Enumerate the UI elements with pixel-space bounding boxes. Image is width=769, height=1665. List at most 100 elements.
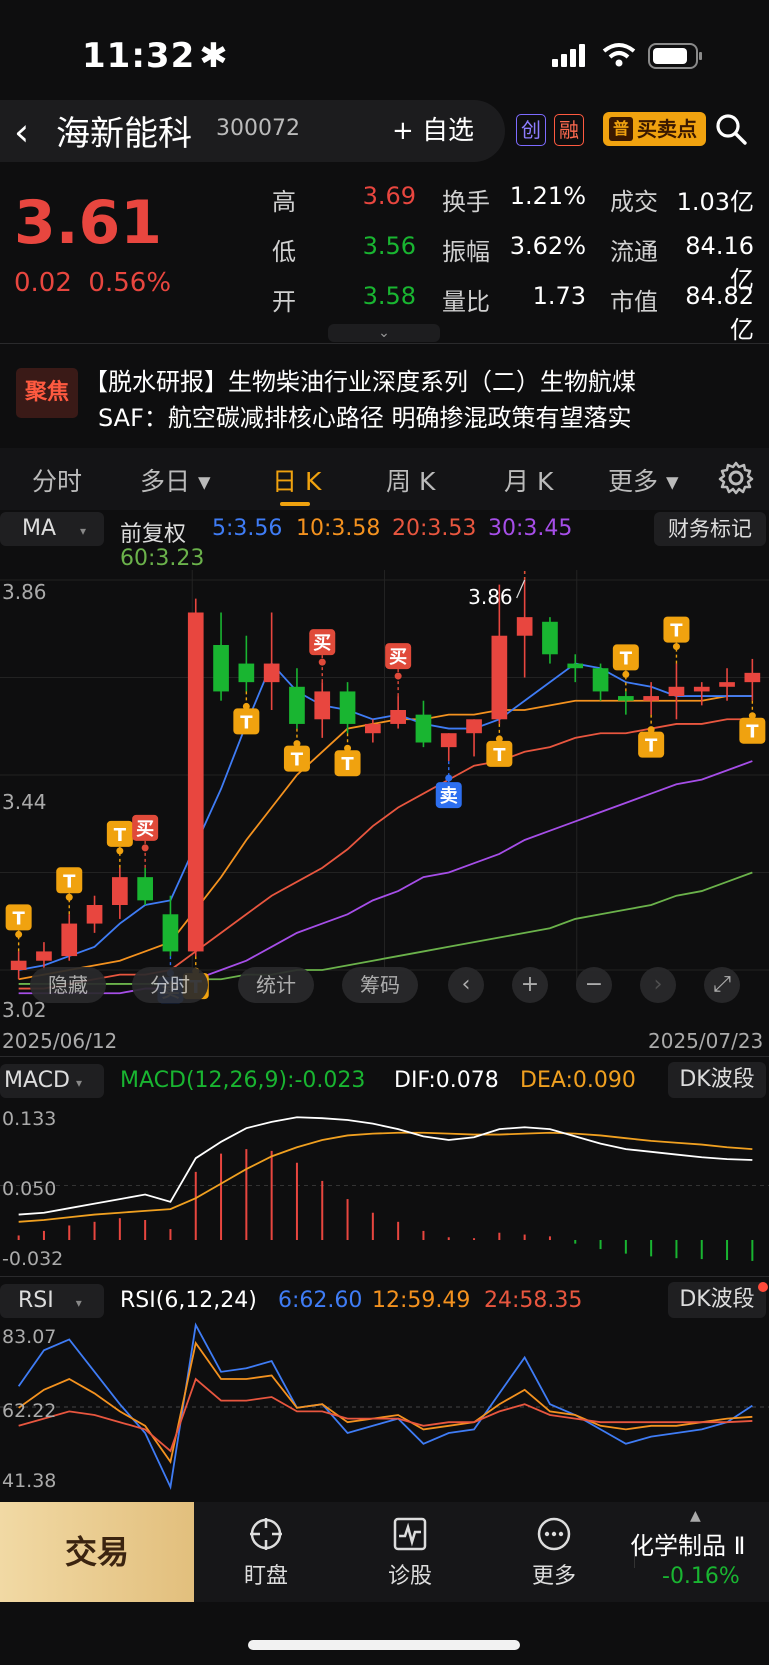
dk-band-button[interactable]: DK波段 bbox=[668, 1062, 766, 1098]
focus-badge: 聚焦 bbox=[16, 368, 78, 418]
quote-label: 低 bbox=[272, 238, 296, 266]
nav-watch-label: 盯盘 bbox=[243, 1564, 288, 1589]
rsi-chart[interactable] bbox=[0, 1320, 769, 1500]
nav-watch[interactable]: 盯盘 bbox=[226, 1516, 306, 1590]
gear-icon[interactable] bbox=[718, 460, 754, 496]
status-time: 11:32 ✱ bbox=[82, 36, 229, 76]
rsi-12-line bbox=[18, 1340, 753, 1464]
signal-dot bbox=[116, 847, 124, 855]
rsi12-value: 12:59.49 bbox=[372, 1288, 471, 1313]
signal-dot bbox=[394, 672, 402, 680]
expand-quote-button[interactable]: ⌄ bbox=[328, 324, 440, 342]
rsi-6-line bbox=[17, 1322, 753, 1491]
zoom-in-icon[interactable]: + bbox=[512, 967, 548, 1003]
quote-value: 3.56 bbox=[362, 232, 416, 260]
macd-value: MACD(12,26,9):-0.023 bbox=[120, 1068, 366, 1093]
candle-body bbox=[491, 635, 508, 720]
candle-body bbox=[542, 621, 558, 655]
notification-dot bbox=[758, 1282, 768, 1292]
crosshair-icon bbox=[250, 1518, 282, 1550]
signal-label: T bbox=[620, 648, 633, 669]
adjust-mode[interactable]: 前复权 bbox=[120, 516, 186, 548]
signal-label: T bbox=[645, 736, 658, 757]
tab-intraday[interactable]: 分时 bbox=[32, 462, 82, 498]
signal-dot bbox=[445, 774, 453, 782]
bottom-nav: 交易 盯盘 诊股 更多 ▲ 化学制品 Ⅱ -0.16% bbox=[0, 1502, 769, 1602]
macd-axis-mid: 0.050 bbox=[2, 1178, 57, 1200]
ma30-value: 30:3.45 bbox=[488, 516, 573, 541]
search-icon[interactable] bbox=[714, 112, 748, 146]
sector-up-arrow-icon: ▲ bbox=[690, 1508, 701, 1524]
signal-label: 买 bbox=[389, 647, 407, 668]
tab-daily-k[interactable]: 日 K bbox=[272, 462, 321, 498]
quote-label: 流通 bbox=[610, 238, 658, 266]
period-tabs: 分时 多日 ▾ 日 K 周 K 月 K 更多 ▾ bbox=[0, 448, 769, 510]
candle-body bbox=[36, 951, 52, 961]
tab-more[interactable]: 更多 ▾ bbox=[608, 462, 679, 498]
quote-value: 3.58 bbox=[362, 282, 416, 310]
candle-body bbox=[137, 877, 153, 901]
dk-band-button-rsi[interactable]: DK波段 bbox=[668, 1282, 766, 1318]
signal-label: T bbox=[13, 908, 26, 929]
high-label: 3.86 bbox=[468, 585, 513, 609]
rsi-title: RSI(6,12,24) bbox=[120, 1288, 257, 1313]
candle-body bbox=[516, 617, 533, 636]
signal-label: T bbox=[291, 750, 304, 771]
chips-button[interactable]: 筹码 bbox=[342, 967, 418, 1003]
ma60-value: 60:3.23 bbox=[120, 546, 205, 571]
candlestick-chart[interactable]: TTT买卖TTT买T买卖TT买TTTT3.86 bbox=[0, 570, 769, 1030]
signal-label: T bbox=[114, 825, 127, 846]
ma5-value: 5:3.56 bbox=[212, 516, 283, 541]
quote-label: 成交 bbox=[610, 188, 658, 216]
hide-button[interactable]: 隐藏 bbox=[30, 967, 106, 1003]
fullscreen-icon[interactable]: ⤢ bbox=[704, 967, 740, 1003]
scroll-left-icon[interactable]: ‹ bbox=[448, 967, 484, 1003]
tab-weekly-k[interactable]: 周 K bbox=[386, 462, 435, 498]
signal-dot bbox=[65, 893, 73, 901]
candle-body bbox=[567, 663, 584, 669]
quote-label: 市值 bbox=[610, 288, 658, 316]
news-line-1: 【脱水研报】生物柴油行业深度系列（二）生物航煤 bbox=[84, 368, 636, 396]
high-pointer bbox=[516, 579, 526, 599]
dif-line bbox=[18, 1116, 753, 1216]
buy-sell-point-button[interactable]: 普买卖点 bbox=[603, 112, 706, 146]
ma10-value: 10:3.58 bbox=[296, 516, 381, 541]
finance-mark-button[interactable]: 财务标记 bbox=[654, 512, 766, 546]
wifi-icon bbox=[602, 43, 636, 67]
ma-selector[interactable]: MA ▾ bbox=[0, 512, 104, 546]
candle-body bbox=[390, 710, 406, 724]
rsi-axis-top: 83.07 bbox=[2, 1326, 57, 1348]
quote-value: 1.21% bbox=[509, 182, 586, 210]
price-axis-bottom: 3.02 bbox=[2, 998, 47, 1022]
add-watchlist-button[interactable]: + 自选 bbox=[392, 110, 474, 147]
signal-label: 卖 bbox=[440, 785, 458, 807]
chuang-tag: 创 bbox=[516, 114, 546, 146]
quote-label: 量比 bbox=[442, 288, 490, 316]
candle-body bbox=[112, 877, 128, 905]
rsi-selector[interactable]: RSI ▾ bbox=[0, 1284, 104, 1318]
quote-label: 高 bbox=[272, 188, 296, 216]
scroll-right-icon[interactable]: › bbox=[640, 967, 676, 1003]
macd-chart[interactable] bbox=[0, 1100, 769, 1270]
nav-diagnose[interactable]: 诊股 bbox=[370, 1516, 450, 1590]
tab-monthly-k[interactable]: 月 K bbox=[504, 462, 553, 498]
intraday-button[interactable]: 分时 bbox=[132, 967, 208, 1003]
divider bbox=[0, 1056, 769, 1057]
macd-axis-top: 0.133 bbox=[2, 1108, 57, 1130]
active-tab-indicator bbox=[280, 502, 310, 506]
trade-button[interactable]: 交易 bbox=[0, 1502, 194, 1602]
nav-more[interactable]: 更多 bbox=[514, 1516, 594, 1590]
news-banner[interactable]: 聚焦 【脱水研报】生物柴油行业深度系列（二）生物航煤 SAF：航空碳减排核心路径… bbox=[0, 350, 769, 440]
back-button[interactable]: ‹ bbox=[14, 110, 29, 154]
zoom-out-icon[interactable]: − bbox=[576, 967, 612, 1003]
candle-body bbox=[592, 668, 609, 692]
candle-body bbox=[339, 691, 356, 724]
macd-selector[interactable]: MACD ▾ bbox=[0, 1064, 104, 1098]
candle-body bbox=[643, 696, 659, 701]
candle-body bbox=[466, 719, 482, 734]
sector-name[interactable]: 化学制品 Ⅱ bbox=[630, 1526, 745, 1561]
stats-button[interactable]: 统计 bbox=[238, 967, 314, 1003]
tab-multi-day[interactable]: 多日 ▾ bbox=[140, 462, 211, 498]
date-start: 2025/06/12 bbox=[2, 1029, 118, 1053]
stock-code: 300072 bbox=[216, 116, 300, 141]
